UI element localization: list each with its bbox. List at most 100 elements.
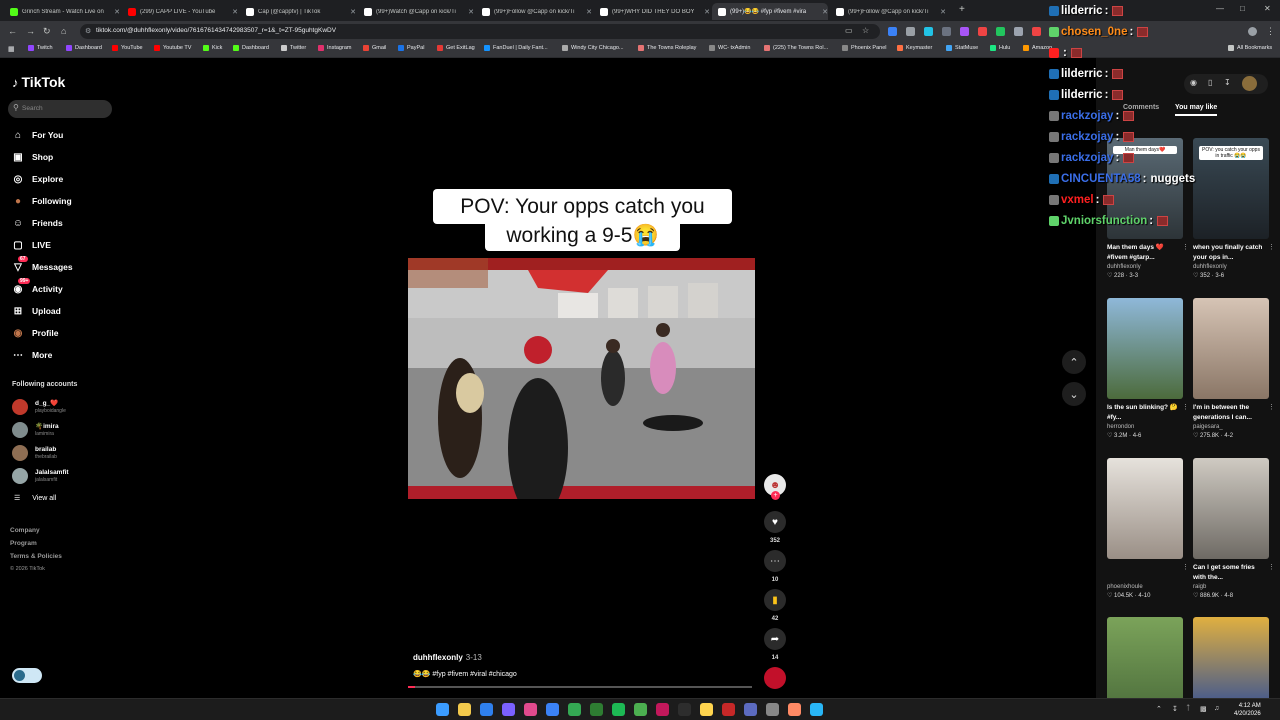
- comment-button[interactable]: ⋯ 10: [764, 550, 786, 583]
- taskbar-app-icon[interactable]: [524, 703, 537, 716]
- bookmark-item[interactable]: Phoenix Panel: [842, 45, 886, 51]
- sidebar-item-friends[interactable]: ☺ Friends: [12, 217, 63, 229]
- taskbar-app-icon[interactable]: [788, 703, 801, 716]
- tab-close-icon[interactable]: ✕: [586, 8, 592, 16]
- tiktok-logo[interactable]: ♪ TikTok: [12, 74, 65, 90]
- taskbar-app-icon[interactable]: [480, 703, 493, 716]
- taskbar-app-icon[interactable]: [634, 703, 647, 716]
- recommended-video-card[interactable]: Can I get some fries with the... raigb ♡ 8…: [1193, 458, 1275, 599]
- bookmark-item[interactable]: Dashboard: [66, 45, 102, 51]
- bookmark-item[interactable]: PayPal: [398, 45, 424, 51]
- like-button[interactable]: ♥ 352: [764, 511, 786, 544]
- extension-icon[interactable]: [906, 27, 915, 36]
- search-input[interactable]: ⚲ Search: [8, 100, 112, 118]
- sidebar-item-upload[interactable]: ⊞ Upload: [12, 305, 61, 317]
- video-username[interactable]: herrondon: [1107, 424, 1183, 430]
- extension-icon[interactable]: [978, 27, 987, 36]
- following-account[interactable]: Jalalsamfit jalalsamfit: [12, 468, 69, 484]
- video-username[interactable]: phoenixhoule: [1107, 584, 1183, 590]
- previous-video-button[interactable]: ⌃: [1062, 350, 1086, 374]
- bookmark-item[interactable]: Windy City Chicago...: [562, 45, 624, 51]
- video-thumbnail[interactable]: [1107, 298, 1183, 399]
- taskbar-app-icon[interactable]: [546, 703, 559, 716]
- taskbar-app-icon[interactable]: [502, 703, 515, 716]
- bookmark-item[interactable]: WC- txAdmin: [709, 45, 750, 51]
- all-bookmarks[interactable]: All Bookmarks: [1228, 45, 1272, 51]
- profile-avatar-icon[interactable]: [1248, 27, 1257, 36]
- sidebar-item-profile[interactable]: ◉ Profile: [12, 327, 59, 339]
- back-icon[interactable]: ←: [8, 26, 17, 36]
- video-username[interactable]: duhhflexonly: [1107, 264, 1183, 270]
- bookmark-star-icon[interactable]: ☆: [862, 26, 869, 35]
- reload-icon[interactable]: ↻: [43, 26, 51, 37]
- bookmark-item[interactable]: Keymaster: [897, 45, 932, 51]
- sidebar-item-following[interactable]: ● Following: [12, 195, 72, 207]
- video-player[interactable]: [408, 258, 755, 499]
- browser-tab[interactable]: (99+)WHY DID THEY DO BOY ✕: [594, 3, 710, 20]
- video-thumbnail[interactable]: [1193, 458, 1269, 559]
- video-username[interactable]: duhhflexonly: [1193, 264, 1269, 270]
- windows-start-icon[interactable]: [436, 703, 449, 716]
- more-options-icon[interactable]: ⋮: [1182, 403, 1189, 411]
- taskbar-app-icon[interactable]: [722, 703, 735, 716]
- extension-icon[interactable]: [942, 27, 951, 36]
- compass-icon[interactable]: ◉: [1190, 78, 1197, 87]
- tab-close-icon[interactable]: ✕: [468, 8, 474, 16]
- bookmark-item[interactable]: Get ExitLag: [437, 45, 475, 51]
- extension-icon[interactable]: [996, 27, 1005, 36]
- taskbar-app-icon[interactable]: [700, 703, 713, 716]
- browser-tab[interactable]: (99+)😂😂 #fyp #fivem #vira ✕: [712, 3, 828, 20]
- user-avatar[interactable]: [1242, 76, 1257, 91]
- bookmark-item[interactable]: (225) The Towns Rol...: [764, 45, 828, 51]
- tab-close-icon[interactable]: ✕: [350, 8, 356, 16]
- tab-close-icon[interactable]: ✕: [704, 8, 710, 16]
- taskbar-app-icon[interactable]: [766, 703, 779, 716]
- footer-company[interactable]: Company: [10, 527, 40, 534]
- taskbar-app-icon[interactable]: [458, 703, 471, 716]
- menu-dots-icon[interactable]: ⋮: [1266, 26, 1275, 37]
- sidebar-item-explore[interactable]: ◎ Explore: [12, 173, 64, 185]
- music-disc[interactable]: [764, 667, 786, 689]
- browser-tab[interactable]: (99+)Watch @Capp on kick/Ti ✕: [358, 3, 474, 20]
- bookmark-item[interactable]: Youtube TV: [154, 45, 191, 51]
- creator-avatar[interactable]: ☻ +: [764, 474, 786, 500]
- extension-icon[interactable]: [924, 27, 933, 36]
- taskbar-app-icon[interactable]: [678, 703, 691, 716]
- bookmark-item[interactable]: YouTube: [112, 45, 143, 51]
- install-icon[interactable]: ▭: [845, 26, 853, 35]
- footer-terms[interactable]: Terms & Policies: [10, 553, 62, 560]
- volume-icon[interactable]: ♫: [1214, 705, 1219, 712]
- apps-grid-icon[interactable]: ▦: [8, 45, 15, 53]
- bookmark-item[interactable]: Twitch: [28, 45, 53, 51]
- bookmark-item[interactable]: StatMuse: [946, 45, 978, 51]
- video-thumbnail[interactable]: [1193, 298, 1269, 399]
- bookmark-item[interactable]: Twitter: [281, 45, 306, 51]
- share-button[interactable]: ➦ 14: [764, 628, 786, 661]
- bookmark-item[interactable]: Gmail: [363, 45, 386, 51]
- more-options-icon[interactable]: ⋮: [1268, 563, 1275, 571]
- system-clock[interactable]: 4:12 AM 4/20/2026: [1234, 702, 1261, 718]
- tab-close-icon[interactable]: ✕: [232, 8, 238, 16]
- next-video-button[interactable]: ⌄: [1062, 382, 1086, 406]
- bookmark-item[interactable]: Instagram: [318, 45, 351, 51]
- browser-tab[interactable]: Grinch Stream - Watch Live on ✕: [4, 3, 120, 20]
- sidebar-item-activity[interactable]: ◉ 99+ Activity: [12, 278, 63, 295]
- taskbar-app-icon[interactable]: [656, 703, 669, 716]
- extension-icon[interactable]: [960, 27, 969, 36]
- save-button[interactable]: ▮ 42: [764, 589, 786, 622]
- tray-chevron-icon[interactable]: ⌃: [1156, 705, 1162, 713]
- video-author[interactable]: duhhflexonly 3-13: [413, 653, 482, 662]
- recommended-video-card[interactable]: phoenixhoule ♡ 104.5K · 4-10 ⋮: [1107, 458, 1189, 599]
- more-options-icon[interactable]: ⋮: [1268, 403, 1275, 411]
- download-tray-icon[interactable]: ↧: [1172, 705, 1178, 713]
- video-thumbnail[interactable]: [1107, 458, 1183, 559]
- following-account[interactable]: d_g_❤️ playboidangle: [12, 399, 66, 415]
- video-username[interactable]: paigesara_: [1193, 424, 1269, 430]
- device-icon[interactable]: ▯: [1208, 78, 1212, 87]
- browser-tab[interactable]: (299) CAPP LIVE - YouTube ✕: [122, 3, 238, 20]
- bookmark-item[interactable]: Kick: [203, 45, 222, 51]
- new-tab-button[interactable]: +: [959, 4, 965, 15]
- more-options-icon[interactable]: ⋮: [1182, 243, 1189, 251]
- browser-tab[interactable]: (99+)Follow @Capp on kick/Ti ✕: [476, 3, 592, 20]
- taskbar-app-icon[interactable]: [612, 703, 625, 716]
